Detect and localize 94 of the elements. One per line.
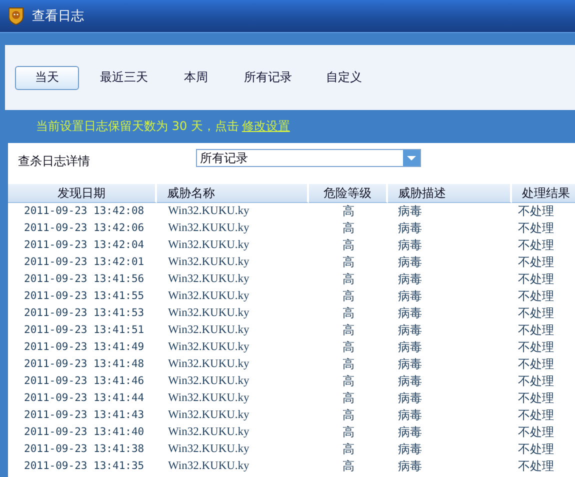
table-cell-text: 不处理 [517,339,555,356]
table-cell-text: 不处理 [517,458,555,475]
table-cell-text: 不处理 [517,271,555,288]
range-tab[interactable]: 自定义 [313,66,375,90]
table-cell-text: 高 [342,237,356,254]
record-filter-dropdown[interactable]: 所有记录 [196,149,421,167]
table-cell-text: 高 [342,322,356,339]
table-cell-text: 2011-09-23 13:41:43 [23,408,146,423]
table-cell-text: Win32.KUKU.ky [167,374,250,389]
column-header[interactable]: 威胁名称 [157,184,309,203]
column-header[interactable]: 危险等级 [309,184,388,203]
table-cell-text: 高 [342,288,356,305]
table-cell-text: 2011-09-23 13:41:48 [23,357,146,372]
table-cell-text: 高 [342,271,356,288]
table-cell-text: 病毒 [397,458,423,475]
table-cell-text: Win32.KUKU.ky [167,238,250,253]
table-cell-text: 不处理 [517,441,555,458]
table-cell-text: 病毒 [397,203,423,220]
table-cell-text: 不处理 [517,288,555,305]
table-cell-text: Win32.KUKU.ky [167,459,250,474]
table-cell-text: 2011-09-23 13:42:04 [23,238,146,253]
table-cell-text: 高 [342,203,356,220]
table-cell-text: 病毒 [397,254,423,271]
table-cell-text: 2011-09-23 13:41:35 [23,459,146,474]
table-cell-text: 病毒 [397,271,423,288]
table-cell-text: 2011-09-23 13:42:08 [23,204,146,219]
table-cell-text: Win32.KUKU.ky [167,408,250,423]
table-cell-text: 不处理 [517,407,555,424]
table-cell-text: 高 [342,356,356,373]
table-cell-text: 病毒 [397,237,423,254]
table-cell-text: 病毒 [397,441,423,458]
table-cell-text: 2011-09-23 13:42:06 [23,221,146,236]
table-cell-text: Win32.KUKU.ky [167,221,250,236]
table-cell-text: 高 [342,390,356,407]
table-cell-text: 病毒 [397,322,423,339]
range-tab[interactable]: 最近三天 [87,66,161,90]
table-cell-text: 2011-09-23 13:41:53 [23,306,146,321]
table-cell-text: 不处理 [517,254,555,271]
table-cell-text: 高 [342,407,356,424]
table-cell-text: 病毒 [397,356,423,373]
table-cell-text: 2011-09-23 13:41:38 [23,442,146,457]
table-cell-text: 病毒 [397,339,423,356]
table-cell-text: 不处理 [517,390,555,407]
table-cell-text: Win32.KUKU.ky [167,425,250,440]
table-cell-text: Win32.KUKU.ky [167,306,250,321]
table-cell-text: 高 [342,441,356,458]
table-cell-text: 高 [342,373,356,390]
table-cell-text: 病毒 [397,407,423,424]
table-cell-text: 2011-09-23 13:41:56 [23,272,146,287]
table-cell-text: 2011-09-23 13:41:40 [23,425,146,440]
table-cell-text: 2011-09-23 13:42:01 [23,255,146,270]
table-cell-text: 2011-09-23 13:41:44 [23,391,146,406]
table-cell-text: 病毒 [397,390,423,407]
table-cell-text: Win32.KUKU.ky [167,255,250,270]
column-header[interactable]: 威胁描述 [388,184,512,203]
table-cell-text: 不处理 [517,424,555,441]
table-cell-text: 不处理 [517,305,555,322]
table-cell-text: 2011-09-23 13:41:46 [23,374,146,389]
table-cell-text: Win32.KUKU.ky [167,204,250,219]
table-cell-text: Win32.KUKU.ky [167,357,250,372]
table-cell-text: 高 [342,305,356,322]
table-cell-text: 高 [342,458,356,475]
table-cell-text: 不处理 [517,220,555,237]
table-cell-text: 2011-09-23 13:41:49 [23,340,146,355]
table-cell-text: 2011-09-23 13:41:55 [23,289,146,304]
table-cell-text: 病毒 [397,424,423,441]
table-cell-text: 病毒 [397,220,423,237]
table-cell-text: 不处理 [517,356,555,373]
table-cell-text: Win32.KUKU.ky [167,289,250,304]
table-cell-text: Win32.KUKU.ky [167,340,250,355]
filter-label: 查杀日志详情 [18,153,91,170]
column-header[interactable]: 发现日期 [8,184,157,203]
table-cell-text: 高 [342,254,356,271]
table-cell-text: Win32.KUKU.ky [167,442,250,457]
retention-notice: 当前设置日志保留天数为 30 天，点击 [36,118,239,135]
range-tab[interactable]: 当天 [15,66,79,90]
column-header[interactable]: 处理结果 [512,184,575,203]
table-cell-text: Win32.KUKU.ky [167,272,250,287]
range-tab[interactable]: 本周 [169,66,223,90]
window-title: 查看日志 [32,8,84,25]
table-cell-text: 不处理 [517,322,555,339]
table-cell-text: 高 [342,339,356,356]
table-cell-text: 不处理 [517,203,555,220]
table-cell-text: 病毒 [397,373,423,390]
table-cell-text: 2011-09-23 13:41:51 [23,323,146,338]
table-cell-text: 高 [342,424,356,441]
table-cell-text: 不处理 [517,373,555,390]
table-cell-text: 高 [342,220,356,237]
table-cell-text: Win32.KUKU.ky [167,323,250,338]
range-tab[interactable]: 所有记录 [231,66,305,90]
table-cell-text: 病毒 [397,288,423,305]
table-cell-text: 不处理 [517,237,555,254]
table-cell-text: 病毒 [397,305,423,322]
table-cell-text: Win32.KUKU.ky [167,391,250,406]
